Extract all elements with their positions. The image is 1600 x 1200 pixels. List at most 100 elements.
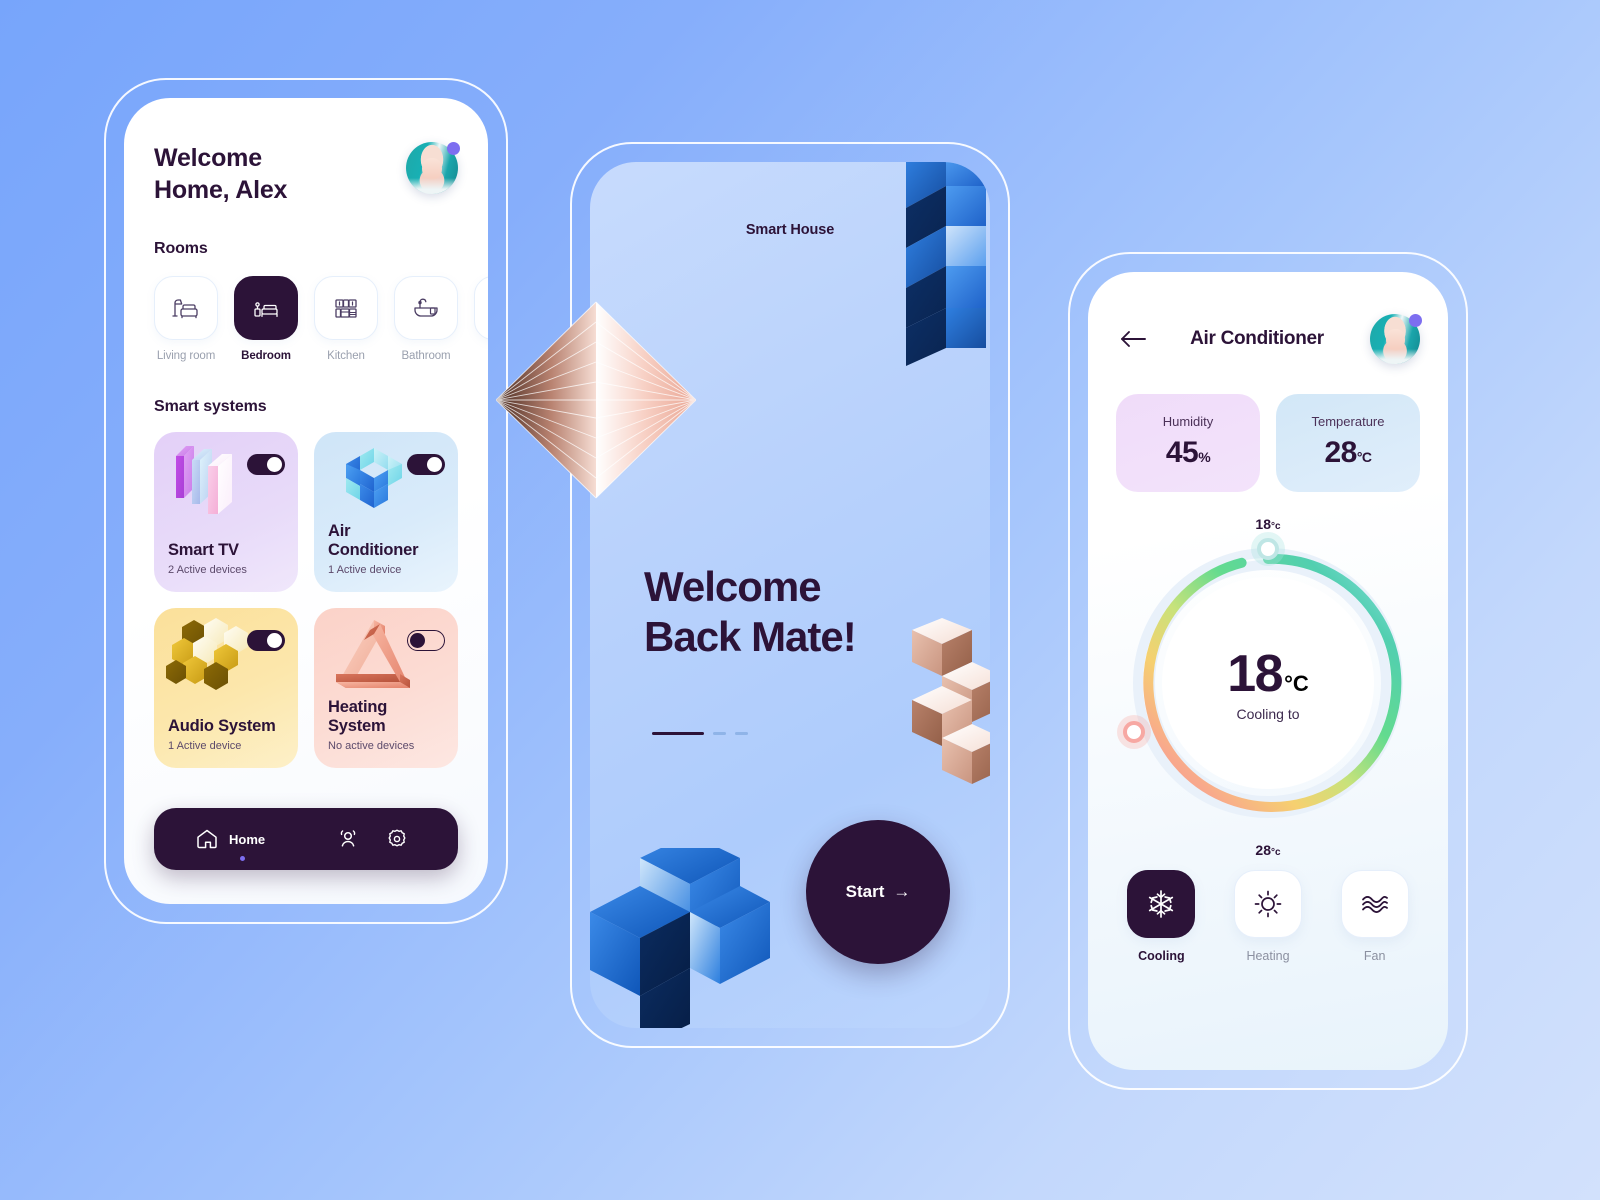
mode-tile[interactable] xyxy=(1234,870,1302,938)
rooms-list: Living room Bedroom Kitchen Bathroom xyxy=(154,276,488,362)
pager-dot-3[interactable] xyxy=(735,732,748,735)
system-name: Smart TV xyxy=(168,541,239,559)
phone-air-conditioner: Air Conditioner Humidity 45% Temperature… xyxy=(1068,252,1468,1090)
status-dot xyxy=(447,142,460,155)
gear-icon xyxy=(388,829,406,847)
room-item-living-room[interactable]: Living room xyxy=(154,276,218,362)
canvas: Welcome Home, Alex Rooms Living room Bed… xyxy=(0,0,1600,1200)
system-subtitle: 2 Active devices xyxy=(168,564,247,576)
stat-value: 45% xyxy=(1126,436,1250,470)
living-room-icon xyxy=(172,299,198,319)
system-toggle[interactable] xyxy=(407,630,445,651)
home-screen: Welcome Home, Alex Rooms Living room Bed… xyxy=(124,98,488,904)
stat-value: 28°C xyxy=(1286,436,1410,470)
mode-selector: Cooling Heating Fan xyxy=(1116,870,1420,963)
stat-label: Humidity xyxy=(1162,414,1214,429)
page-title: Air Conditioner xyxy=(1190,328,1324,349)
room-item-bedroom[interactable]: Bedroom xyxy=(234,276,298,362)
stat-card-humidity: Humidity 45% xyxy=(1116,394,1260,492)
avatar[interactable] xyxy=(406,142,460,194)
dial-min-unit: °c xyxy=(1271,521,1281,532)
system-card-audio-system[interactable]: Audio System 1 Active device xyxy=(154,608,298,768)
status-dot xyxy=(1409,314,1422,327)
system-card-heating-system[interactable]: Heating System No active devices xyxy=(314,608,458,768)
smart-systems-grid: Smart TV 2 Active devices Air Conditione… xyxy=(154,432,458,768)
dial-handle-min[interactable] xyxy=(1257,538,1279,560)
mode-tile[interactable] xyxy=(1127,870,1196,938)
mode-button-fan[interactable]: Fan xyxy=(1329,870,1420,963)
welcome-line-2: Home, Alex xyxy=(154,176,288,204)
pager-dot-2[interactable] xyxy=(713,732,726,735)
dial-max-value: 28 xyxy=(1255,842,1271,858)
room-tile[interactable] xyxy=(234,276,298,340)
nav-item-users[interactable] xyxy=(335,826,361,852)
tv-panels-art xyxy=(176,446,232,514)
headline-line-2: Back Mate! xyxy=(644,613,857,661)
room-item-overflow[interactable] xyxy=(474,276,488,362)
system-name: Audio System xyxy=(168,717,276,735)
mode-button-cooling[interactable]: Cooling xyxy=(1116,870,1207,963)
room-label: Bedroom xyxy=(241,350,291,362)
pagination-indicator[interactable] xyxy=(652,732,748,735)
rooms-heading: Rooms xyxy=(154,240,208,257)
room-tile[interactable] xyxy=(314,276,378,340)
snowflake-icon xyxy=(1149,890,1174,918)
bedroom-icon xyxy=(254,302,278,318)
room-label: Bathroom xyxy=(401,350,451,362)
system-card-smart-tv[interactable]: Smart TV 2 Active devices xyxy=(154,432,298,592)
room-item-kitchen[interactable]: Kitchen xyxy=(314,276,378,362)
system-card-air-conditioner[interactable]: Air Conditioner 1 Active device xyxy=(314,432,458,592)
dial-max-unit: °c xyxy=(1271,847,1281,858)
room-item-bathroom[interactable]: Bathroom xyxy=(394,276,458,362)
dial-current-unit: °C xyxy=(1284,671,1309,696)
mode-label: Fan xyxy=(1363,949,1386,963)
sun-icon xyxy=(1254,890,1282,918)
dial-value-row: 18°C xyxy=(1168,644,1368,704)
home-icon xyxy=(197,829,217,849)
bathroom-icon xyxy=(414,298,438,317)
dial-readout: 18°C Cooling to xyxy=(1168,644,1368,722)
blue-cubes-top-art xyxy=(906,162,986,366)
nav-item-home[interactable]: Home xyxy=(194,826,265,861)
headline-line-1: Welcome xyxy=(644,563,822,610)
system-subtitle: 1 Active device xyxy=(168,740,242,752)
mode-button-heating[interactable]: Heating xyxy=(1223,870,1314,963)
mode-tile[interactable] xyxy=(1340,870,1409,938)
kitchen-icon xyxy=(335,299,357,318)
room-tile[interactable] xyxy=(474,276,488,340)
stat-number: 45 xyxy=(1165,436,1199,469)
dial-max-label: 28°c xyxy=(1116,842,1420,858)
system-toggle[interactable] xyxy=(247,630,285,651)
stat-label: Temperature xyxy=(1311,414,1385,429)
ac-header: Air Conditioner xyxy=(1116,314,1422,364)
penrose-triangle-art xyxy=(336,620,410,688)
phone-home: Welcome Home, Alex Rooms Living room Bed… xyxy=(104,78,508,924)
dial-handle-max[interactable] xyxy=(1123,720,1145,743)
system-toggle[interactable] xyxy=(247,454,285,475)
stats-row: Humidity 45% Temperature 28°C xyxy=(1116,394,1420,492)
start-button[interactable]: Start → xyxy=(806,820,950,964)
stat-number: 28 xyxy=(1324,436,1357,469)
temperature-dial-wrapper: 18°c 18°C Cooling to 28°c xyxy=(1116,516,1420,866)
waves-icon xyxy=(1361,895,1388,913)
system-subtitle: No active devices xyxy=(328,740,415,752)
dial-min-label: 18°c xyxy=(1116,516,1420,532)
bottom-nav: Home xyxy=(154,808,458,870)
mode-label: Heating xyxy=(1246,949,1290,963)
avatar[interactable] xyxy=(1370,314,1422,364)
welcome-headline: Welcome Back Mate! xyxy=(644,562,857,663)
stat-unit: °C xyxy=(1356,449,1372,465)
system-subtitle: 1 Active device xyxy=(328,564,402,576)
ac-blocks-art xyxy=(346,448,402,508)
nav-item-settings[interactable] xyxy=(384,826,410,852)
room-tile[interactable] xyxy=(154,276,218,340)
temperature-dial[interactable]: 18°C Cooling to xyxy=(1123,538,1403,818)
room-label: Kitchen xyxy=(327,350,365,362)
home-header: Welcome Home, Alex xyxy=(154,142,460,206)
pager-dot-1[interactable] xyxy=(652,732,704,735)
system-toggle[interactable] xyxy=(407,454,445,475)
room-tile[interactable] xyxy=(394,276,458,340)
welcome-screen: Smart House Welcome Back Mate! Start → xyxy=(590,162,990,1028)
welcome-line-1: Welcome xyxy=(154,144,262,172)
stat-unit: % xyxy=(1198,449,1211,465)
